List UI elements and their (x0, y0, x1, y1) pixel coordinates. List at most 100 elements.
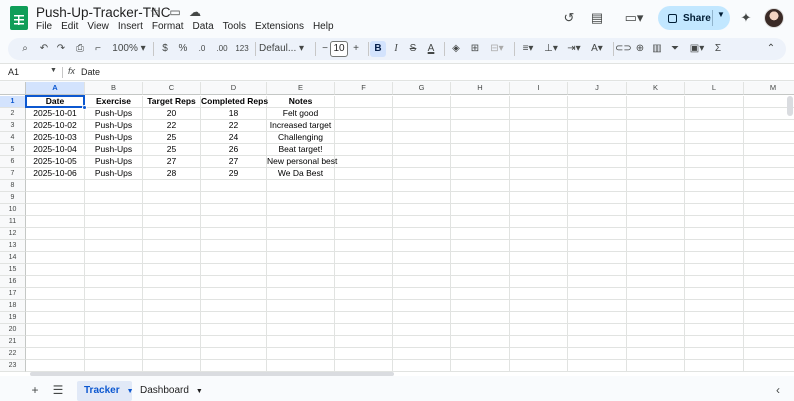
bold-button[interactable]: B (370, 41, 386, 57)
column-header-l[interactable]: L (685, 82, 744, 95)
empty-cell[interactable] (335, 120, 393, 132)
empty-cell[interactable] (143, 204, 201, 216)
empty-cell[interactable] (744, 120, 794, 132)
empty-cell[interactable] (201, 276, 267, 288)
empty-cell[interactable] (510, 132, 568, 144)
data-cell[interactable]: 26 (201, 144, 267, 156)
empty-cell[interactable] (267, 240, 335, 252)
empty-cell[interactable] (143, 324, 201, 336)
empty-cell[interactable] (26, 300, 85, 312)
empty-cell[interactable] (568, 324, 627, 336)
empty-cell[interactable] (685, 288, 744, 300)
empty-cell[interactable] (26, 360, 85, 372)
empty-cell[interactable] (393, 288, 451, 300)
empty-cell[interactable] (568, 240, 627, 252)
empty-cell[interactable] (201, 228, 267, 240)
empty-cell[interactable] (335, 192, 393, 204)
empty-cell[interactable] (451, 312, 510, 324)
empty-cell[interactable] (685, 228, 744, 240)
empty-cell[interactable] (267, 264, 335, 276)
column-header-a[interactable]: A (26, 82, 85, 95)
empty-cell[interactable] (627, 120, 685, 132)
column-header-e[interactable]: E (267, 82, 335, 95)
vertical-align-icon[interactable]: ⊥▾ (540, 41, 562, 57)
empty-cell[interactable] (267, 324, 335, 336)
empty-cell[interactable] (451, 288, 510, 300)
empty-cell[interactable] (393, 300, 451, 312)
filter-icon[interactable]: ⏷ (668, 41, 682, 57)
empty-cell[interactable] (451, 156, 510, 168)
empty-cell[interactable] (393, 168, 451, 180)
empty-cell[interactable] (568, 264, 627, 276)
empty-cell[interactable] (85, 312, 143, 324)
empty-cell[interactable] (627, 168, 685, 180)
redo-icon[interactable]: ↷ (54, 41, 68, 57)
column-header-d[interactable]: D (201, 82, 267, 95)
data-cell[interactable]: 28 (143, 168, 201, 180)
data-cell[interactable]: 27 (201, 156, 267, 168)
empty-cell[interactable] (393, 336, 451, 348)
merge-cells-icon[interactable]: ⊟▾ (486, 41, 508, 57)
empty-cell[interactable] (26, 336, 85, 348)
empty-cell[interactable] (510, 144, 568, 156)
empty-cell[interactable] (335, 216, 393, 228)
version-history-icon[interactable]: ↺ (560, 6, 578, 30)
empty-cell[interactable] (510, 204, 568, 216)
insert-chart-icon[interactable]: ▥ (650, 41, 664, 57)
empty-cell[interactable] (85, 192, 143, 204)
functions-icon[interactable]: Σ (711, 41, 725, 57)
empty-cell[interactable] (335, 348, 393, 360)
empty-cell[interactable] (335, 132, 393, 144)
borders-icon[interactable]: ⊞ (468, 41, 482, 57)
sheet-tab-tracker[interactable]: Tracker ▼ (77, 381, 134, 401)
empty-cell[interactable] (143, 192, 201, 204)
empty-cell[interactable] (143, 288, 201, 300)
data-cell[interactable]: 25 (143, 132, 201, 144)
empty-cell[interactable] (627, 252, 685, 264)
empty-cell[interactable] (685, 144, 744, 156)
empty-cell[interactable] (744, 180, 794, 192)
empty-cell[interactable] (335, 156, 393, 168)
empty-cell[interactable] (685, 336, 744, 348)
empty-cell[interactable] (744, 228, 794, 240)
empty-cell[interactable] (393, 108, 451, 120)
column-header-g[interactable]: G (393, 82, 451, 95)
data-cell[interactable]: Push-Ups (85, 108, 143, 120)
empty-cell[interactable] (143, 252, 201, 264)
empty-cell[interactable] (627, 300, 685, 312)
data-cell[interactable]: Challenging (267, 132, 335, 144)
empty-cell[interactable] (267, 204, 335, 216)
empty-cell[interactable] (393, 264, 451, 276)
row-header-19[interactable]: 19 (0, 312, 26, 324)
empty-cell[interactable] (26, 228, 85, 240)
text-color-button[interactable]: A (424, 41, 438, 57)
empty-cell[interactable] (393, 252, 451, 264)
percent-button[interactable]: % (177, 41, 189, 57)
empty-cell[interactable] (335, 168, 393, 180)
empty-cell[interactable] (335, 228, 393, 240)
empty-cell[interactable] (568, 288, 627, 300)
empty-cell[interactable] (201, 348, 267, 360)
increase-decimal-button[interactable]: .00 (213, 41, 231, 57)
italic-button[interactable]: I (389, 41, 403, 57)
empty-cell[interactable] (568, 132, 627, 144)
empty-cell[interactable] (26, 252, 85, 264)
data-cell[interactable]: Increased target (267, 120, 335, 132)
empty-cell[interactable] (627, 264, 685, 276)
empty-cell[interactable] (393, 144, 451, 156)
empty-cell[interactable] (568, 360, 627, 372)
row-header-10[interactable]: 10 (0, 204, 26, 216)
data-cell[interactable]: 2025-10-03 (26, 132, 85, 144)
empty-cell[interactable] (451, 192, 510, 204)
empty-cell[interactable] (335, 240, 393, 252)
row-header-22[interactable]: 22 (0, 348, 26, 360)
row-header-23[interactable]: 23 (0, 360, 26, 372)
row-header-9[interactable]: 9 (0, 192, 26, 204)
collapse-menus-icon[interactable]: ⌃ (764, 41, 778, 57)
empty-cell[interactable] (451, 336, 510, 348)
currency-button[interactable]: $ (159, 41, 171, 57)
column-header-c[interactable]: C (143, 82, 201, 95)
empty-cell[interactable] (744, 300, 794, 312)
data-cell[interactable]: Felt good (267, 108, 335, 120)
empty-cell[interactable] (744, 252, 794, 264)
